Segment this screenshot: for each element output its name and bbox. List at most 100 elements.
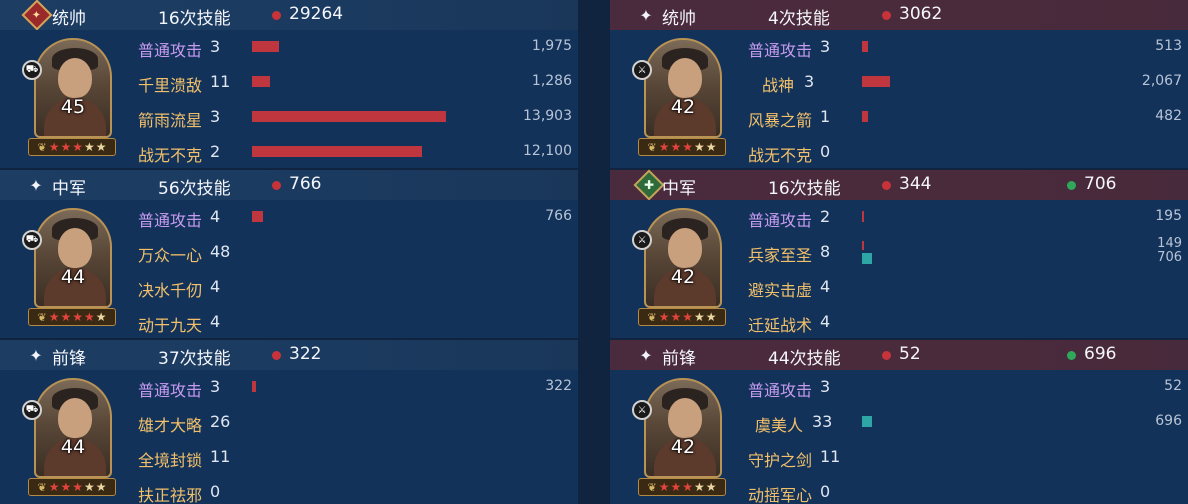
skill-cast-count: 16次技能 xyxy=(158,9,231,29)
skill-name[interactable]: 普通攻击 xyxy=(748,207,812,231)
skill-amount: 696 xyxy=(1155,413,1182,429)
skill-name[interactable]: 普通攻击 xyxy=(138,207,202,231)
skill-amount: 13,903 xyxy=(523,108,572,124)
skill-cast-times: 3 xyxy=(820,377,831,396)
total-damage: 322 xyxy=(289,344,322,364)
skill-row: 迁延战术 4 xyxy=(610,305,1188,339)
green-heart-badge-icon: ✚ xyxy=(633,169,665,201)
general-block: ✦ 中军 56次技能 766 44 ⛟ ❦ ★ ★ ★ ★ ★ 普通攻击 4 766 万众一心 48 决水千仞 4 动… xyxy=(0,170,578,338)
skill-name[interactable]: 雄才大略 xyxy=(138,412,202,436)
skill-row: 风暴之箭 1 482 xyxy=(610,100,1188,134)
red-diamond-badge-icon: ✦ xyxy=(21,0,53,31)
skill-name[interactable]: 战神 xyxy=(762,72,794,96)
damage-bar xyxy=(252,111,446,122)
damage-bar xyxy=(862,241,864,250)
damage-bar xyxy=(252,76,270,87)
skill-heal-amount: 706 xyxy=(1157,250,1182,265)
skill-name[interactable]: 全境封锁 xyxy=(138,447,202,471)
skill-cast-times: 0 xyxy=(210,482,221,501)
skill-row: 普通攻击 3 1,975 xyxy=(0,30,578,64)
skill-amount: 513 xyxy=(1155,38,1182,54)
skill-name[interactable]: 动摇军心 xyxy=(748,482,812,504)
skill-amount: 52 xyxy=(1164,378,1182,394)
skill-name[interactable]: 万众一心 xyxy=(138,242,202,266)
skill-cast-times: 8 xyxy=(820,242,831,261)
skill-name[interactable]: 战无不克 xyxy=(138,142,202,166)
general-role: 统帅 xyxy=(52,9,86,29)
skill-amount: 12,100 xyxy=(523,143,572,159)
skill-cast-times: 4 xyxy=(210,277,221,296)
general-role: 统帅 xyxy=(662,9,696,29)
skill-cast-times: 4 xyxy=(210,312,221,331)
skill-cast-times: 26 xyxy=(210,412,231,431)
skill-cast-count: 44次技能 xyxy=(768,349,841,369)
skill-name[interactable]: 普通攻击 xyxy=(138,37,202,61)
general-block: ✦ 前锋 44次技能 52 696 42 ⚔ ❦ ★ ★ ★ ★ ★ 普通攻击 3 52 虞美人 33 696 守护之… xyxy=(610,340,1188,504)
general-role: 前锋 xyxy=(52,349,86,369)
damage-dot-icon xyxy=(272,181,281,190)
skill-row: 兵家至圣 8 149 706 xyxy=(610,235,1188,269)
skill-name[interactable]: 千里溃敌 xyxy=(138,72,202,96)
damage-dot-icon xyxy=(272,351,281,360)
skill-panel: 42 ⚔ ❦ ★ ★ ★ ★ ★ 普通攻击 3 513 战神 3 2,067 风暴之箭 1 482 战无不克 0 xyxy=(610,30,1188,168)
general-role: 中军 xyxy=(52,179,86,199)
skill-cast-times: 4 xyxy=(210,207,221,226)
total-damage: 766 xyxy=(289,174,322,194)
skill-name[interactable]: 普通攻击 xyxy=(748,37,812,61)
skill-panel: 42 ⚔ ❦ ★ ★ ★ ★ ★ 普通攻击 2 195 兵家至圣 8 149 706 避实击虚 4 迁延战术 4 xyxy=(610,200,1188,338)
skill-row: 决水千仞 4 xyxy=(0,270,578,304)
sparkle-icon: ✦ xyxy=(29,175,43,195)
heal-bar xyxy=(862,253,872,264)
total-damage: 29264 xyxy=(289,4,344,24)
sparkle-icon: ✦ xyxy=(639,345,653,365)
total-damage: 3062 xyxy=(899,4,943,24)
heal-dot-icon xyxy=(1067,181,1076,190)
general-block: ✦ 统帅 4次技能 3062 42 ⚔ ❦ ★ ★ ★ ★ ★ 普通攻击 3 513 战神 3 2,067 风暴之箭… xyxy=(610,0,1188,168)
general-header: ✦ 中军 56次技能 766 xyxy=(0,170,578,200)
skill-name[interactable]: 守护之剑 xyxy=(748,447,812,471)
skill-row: 战神 3 2,067 xyxy=(610,65,1188,99)
skill-cast-times: 48 xyxy=(210,242,231,261)
general-block: ✦ 统帅 16次技能 29264 45 ⛟ ❦ ★ ★ ★ ★ ★ 普通攻击 3 1,975 千里溃敌 11 1,… xyxy=(0,0,578,168)
skill-cast-times: 11 xyxy=(210,72,231,91)
skill-name[interactable]: 扶正祛邪 xyxy=(138,482,202,504)
skill-cast-times: 4 xyxy=(820,312,831,331)
skill-name[interactable]: 迁延战术 xyxy=(748,312,812,336)
skill-amount: 195 xyxy=(1155,208,1182,224)
skill-name[interactable]: 普通攻击 xyxy=(138,377,202,401)
general-header: ✦ 统帅 16次技能 29264 xyxy=(0,0,578,31)
skill-name[interactable]: 战无不克 xyxy=(748,142,812,166)
damage-bar xyxy=(252,381,256,392)
skill-name[interactable]: 风暴之箭 xyxy=(748,107,812,131)
skill-name[interactable]: 兵家至圣 xyxy=(748,242,812,266)
total-heal: 706 xyxy=(1084,174,1117,194)
skill-row: 千里溃敌 11 1,286 xyxy=(0,65,578,99)
skill-row: 普通攻击 3 52 xyxy=(610,370,1188,404)
skill-amount: 1,975 xyxy=(531,38,572,54)
skill-name[interactable]: 虞美人 xyxy=(755,412,803,436)
skill-row: 战无不克 0 xyxy=(610,135,1188,169)
skill-row: 守护之剑 11 xyxy=(610,440,1188,474)
sparkle-icon: ✦ xyxy=(639,5,653,25)
damage-dot-icon xyxy=(882,181,891,190)
skill-name[interactable]: 动于九天 xyxy=(138,312,202,336)
skill-name[interactable]: 箭雨流星 xyxy=(138,107,202,131)
skill-name[interactable]: 普通攻击 xyxy=(748,377,812,401)
damage-dot-icon xyxy=(882,11,891,20)
skill-name[interactable]: 避实击虚 xyxy=(748,277,812,301)
skill-cast-times: 3 xyxy=(804,72,815,91)
skill-amount: 322 xyxy=(545,378,572,394)
damage-bar xyxy=(862,76,890,87)
skill-row: 箭雨流星 3 13,903 xyxy=(0,100,578,134)
skill-row: 普通攻击 2 195 xyxy=(610,200,1188,234)
skill-cast-count: 56次技能 xyxy=(158,179,231,199)
sparkle-icon: ✦ xyxy=(29,345,43,365)
skill-panel: 44 ⛟ ❦ ★ ★ ★ ★ ★ 普通攻击 4 766 万众一心 48 决水千仞 4 动于九天 4 xyxy=(0,200,578,338)
skill-row: 万众一心 48 xyxy=(0,235,578,269)
damage-bar xyxy=(252,211,263,222)
skill-panel: 45 ⛟ ❦ ★ ★ ★ ★ ★ 普通攻击 3 1,975 千里溃敌 11 1,286 箭雨流星 3 13,90… xyxy=(0,30,578,168)
skill-cast-times: 3 xyxy=(210,377,221,396)
general-role: 前锋 xyxy=(662,349,696,369)
damage-bar xyxy=(862,111,868,122)
skill-name[interactable]: 决水千仞 xyxy=(138,277,202,301)
